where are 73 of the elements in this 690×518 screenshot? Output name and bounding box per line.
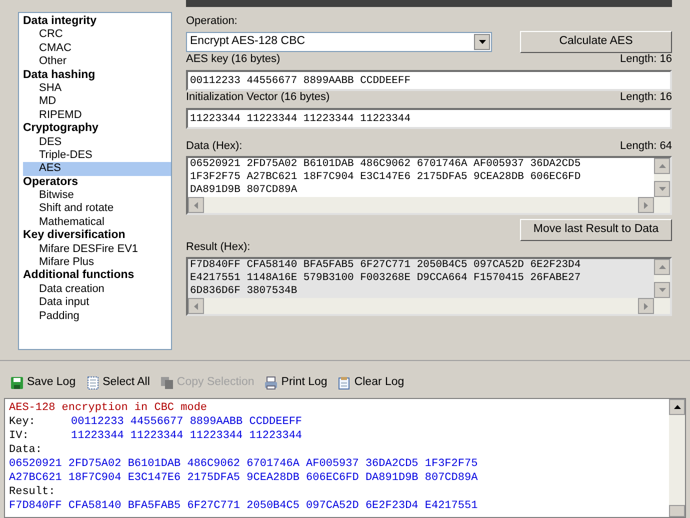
hex-text-line: F7D840FF CFA58140 BFA5FAB5 6F27C771 2050B4C5 097CA52D 6E2F23D4 bbox=[190, 259, 582, 272]
log-label: Result: bbox=[9, 485, 56, 499]
hex-text-line: 06520921 2FD75A02 B6101DAB 486C9062 6701746A AF005937 36DA2CD5 bbox=[190, 158, 582, 171]
scroll-thumb[interactable] bbox=[669, 505, 685, 517]
toolbar-button[interactable]: Save Log bbox=[10, 374, 76, 392]
tree-item[interactable]: DES bbox=[23, 136, 171, 149]
field-label: AES key (16 bytes) bbox=[186, 52, 280, 66]
calculate-button[interactable]: Calculate AES bbox=[520, 31, 672, 53]
clipboard-icon bbox=[337, 376, 352, 390]
printer-icon bbox=[264, 376, 278, 390]
log-label: Key: bbox=[9, 415, 36, 429]
tree-item[interactable]: Other bbox=[23, 55, 171, 69]
toolbar-button[interactable]: Clear Log bbox=[337, 374, 404, 392]
tree-item[interactable]: MD bbox=[23, 95, 171, 109]
vertical-scrollbar[interactable] bbox=[669, 399, 685, 517]
tree-item[interactable]: Padding bbox=[23, 310, 171, 323]
copy-icon bbox=[160, 376, 174, 390]
toolbar-button[interactable]: Print Log bbox=[264, 374, 328, 392]
length-label: Length: 16 bbox=[620, 52, 672, 66]
key-field[interactable]: 00112233 44556677 8899AABB CCDDEEFF bbox=[186, 70, 672, 91]
length-label: Length: 64 bbox=[620, 138, 672, 154]
move-result-button[interactable]: Move last Result to Data bbox=[520, 219, 672, 241]
scroll-right-icon[interactable] bbox=[638, 197, 654, 213]
tree-item[interactable]: Data input bbox=[23, 296, 171, 310]
log-value: 06520921 2FD75A02 B6101DAB 486C9062 6701746A AF005937 36DA2CD5 1F3F2F75 bbox=[9, 457, 479, 471]
log-label: IV: bbox=[9, 429, 30, 443]
hex-text-line: 6D836D6F 3807534B bbox=[190, 285, 298, 298]
tree-item[interactable]: Bitwise bbox=[23, 189, 171, 202]
log-label: Data: bbox=[9, 443, 44, 457]
field-label: Data (Hex): bbox=[186, 138, 242, 154]
scroll-left-icon[interactable] bbox=[188, 197, 204, 213]
document-icon bbox=[86, 376, 100, 390]
tree-item[interactable]: RIPEMD bbox=[23, 108, 171, 122]
operation-dropdown[interactable]: Encrypt AES-128 CBC bbox=[186, 32, 492, 52]
tree-item[interactable]: SHA bbox=[23, 82, 171, 96]
log-value: 00112233 44556677 8899AABB CCDDEEFF bbox=[71, 415, 302, 429]
tree-item[interactable]: Triple-DES bbox=[23, 148, 171, 162]
log-title: AES-128 encryption in CBC mode bbox=[9, 401, 208, 415]
scroll-down-icon[interactable] bbox=[654, 282, 670, 298]
log-value: F7D840FF CFA58140 BFA5FAB5 6F27C771 2050B4C5 097CA52D 6E2F23D4 E4217551 bbox=[9, 499, 479, 513]
tree-item[interactable]: CRC bbox=[23, 28, 171, 42]
tree-item[interactable]: Mifare DESFire EV1 bbox=[23, 242, 171, 256]
log-value: A27BC621 18F7C904 E3C147E6 2175DFA5 9CEA28DB 606EC6FD DA891D9B 807CD89A bbox=[9, 471, 479, 485]
result-field[interactable]: F7D840FF CFA58140 BFA5FAB5 6F27C771 2050B4C5 097CA52D 6E2F23D4 E4217551 1148A16E 579B3100 F003268E D9CCA664 F1570415 26FABE27 6D836D6F 3807534B bbox=[186, 257, 672, 316]
scroll-down-icon[interactable] bbox=[654, 181, 670, 197]
vertical-scrollbar[interactable] bbox=[654, 259, 670, 314]
hex-text-line: 1F3F2F75 A27BC621 18F7C904 E3C147E6 2175DFA5 9CEA28DB 606EC6FD bbox=[190, 171, 582, 184]
vertical-scrollbar[interactable] bbox=[654, 158, 670, 213]
length-label: Length: 16 bbox=[620, 90, 672, 104]
tree-group-label[interactable]: Data hashing bbox=[23, 68, 171, 82]
toolbar-button[interactable]: Select All bbox=[86, 374, 150, 392]
field-label: Initialization Vector (16 bytes) bbox=[186, 90, 330, 104]
tree-item[interactable]: CMAC bbox=[23, 42, 171, 56]
iv-field[interactable]: 11223344 11223344 11223344 11223344 bbox=[186, 108, 672, 129]
scroll-left-icon[interactable] bbox=[188, 298, 204, 314]
tree-item[interactable]: Mifare Plus bbox=[23, 256, 171, 270]
tree-item[interactable]: Mathematical bbox=[23, 216, 171, 230]
tree-group-label[interactable]: Data integrity bbox=[23, 15, 171, 28]
field-label: Operation: bbox=[186, 14, 238, 28]
scroll-right-icon[interactable] bbox=[638, 298, 654, 314]
tree-item[interactable]: AES bbox=[23, 162, 171, 176]
tree-item[interactable]: Shift and rotate bbox=[23, 202, 171, 216]
tree-group-label[interactable]: Additional functions bbox=[23, 269, 171, 283]
tree-item[interactable]: Data creation bbox=[23, 282, 171, 296]
log-value: 11223344 11223344 11223344 11223344 bbox=[71, 429, 302, 443]
tree-group-label[interactable]: Cryptography bbox=[23, 122, 171, 136]
tree-group-label[interactable]: Key diversification bbox=[23, 229, 171, 243]
data-field[interactable]: 06520921 2FD75A02 B6101DAB 486C9062 6701746A AF005937 36DA2CD5 1F3F2F75 A27BC621 18F7C904 E3C147E6 2175DFA5 9CEA28DB 606EC6FD DA891D9B 807CD89A bbox=[186, 156, 672, 215]
hex-text-line: DA891D9B 807CD89A bbox=[190, 184, 298, 197]
scroll-up-icon[interactable] bbox=[669, 399, 685, 415]
hex-text-line: E4217551 1148A16E 579B3100 F003268E D9CCA664 F1570415 26FABE27 bbox=[190, 272, 582, 285]
field-label: Result (Hex): bbox=[186, 240, 250, 254]
tree-group-label[interactable]: Operators bbox=[23, 176, 171, 190]
